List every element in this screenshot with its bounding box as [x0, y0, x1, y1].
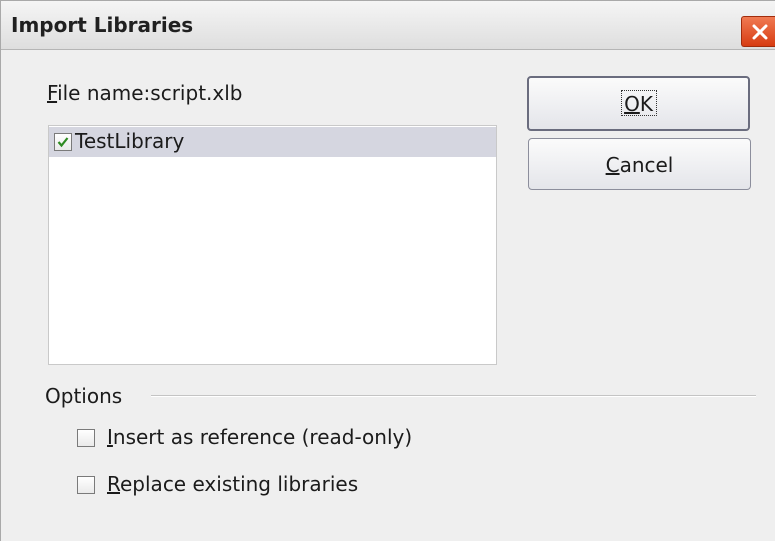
- close-button[interactable]: [741, 16, 775, 47]
- import-libraries-dialog: Import Libraries File name:script.xlb Te…: [0, 0, 775, 541]
- ok-button[interactable]: OK: [527, 76, 750, 131]
- library-name: TestLibrary: [75, 129, 185, 153]
- options-heading: Options: [45, 384, 123, 408]
- file-name-value: script.xlb: [150, 81, 243, 105]
- insert-reference-checkbox[interactable]: [77, 429, 95, 447]
- list-item[interactable]: TestLibrary: [49, 127, 496, 157]
- library-checkbox[interactable]: [54, 133, 72, 151]
- title-bar[interactable]: Import Libraries: [1, 1, 775, 50]
- close-icon: [752, 24, 768, 40]
- insert-reference-label[interactable]: Insert as reference (read-only): [107, 425, 412, 449]
- window-title: Import Libraries: [11, 13, 194, 37]
- options-separator: [151, 395, 756, 397]
- file-name-label: File name:script.xlb: [47, 81, 243, 105]
- replace-existing-label[interactable]: Replace existing libraries: [107, 472, 358, 496]
- cancel-button[interactable]: Cancel: [528, 138, 751, 190]
- checkmark-icon: [57, 137, 69, 148]
- library-list[interactable]: TestLibrary: [48, 125, 497, 365]
- replace-existing-checkbox[interactable]: [77, 476, 95, 494]
